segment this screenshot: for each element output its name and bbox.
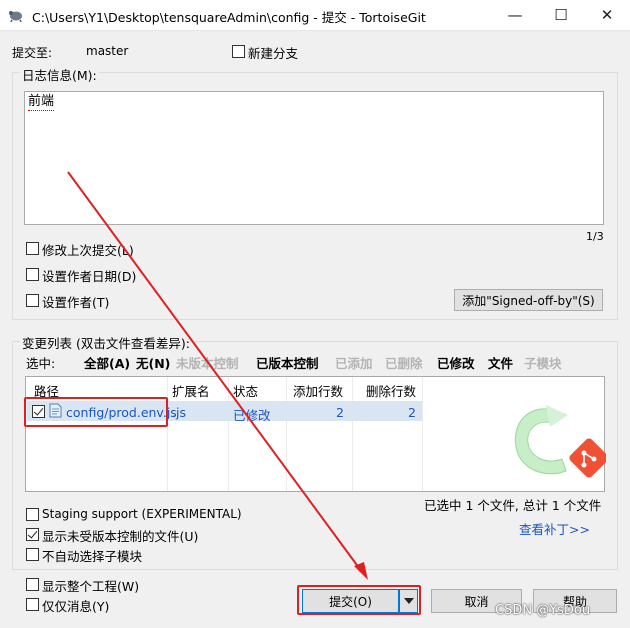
annotation-arrow [67, 171, 368, 580]
